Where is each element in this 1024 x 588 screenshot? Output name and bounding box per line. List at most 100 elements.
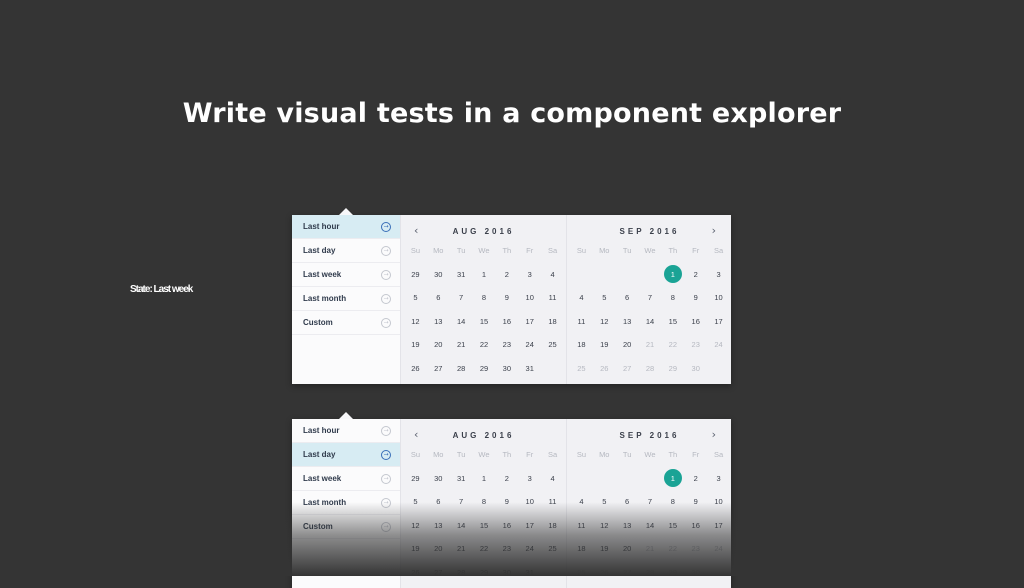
day-cell[interactable]: 9	[684, 286, 707, 310]
day-cell[interactable]: 18	[570, 333, 593, 357]
day-cell[interactable]: 22	[661, 333, 684, 357]
day-cell[interactable]: 16	[495, 310, 518, 334]
day-cell[interactable]: 7	[639, 286, 662, 310]
day-cell[interactable]: 12	[404, 310, 427, 334]
day-cell[interactable]: 26	[404, 357, 427, 381]
day-cell[interactable]: 5	[404, 286, 427, 310]
preset-item[interactable]: Last month →	[292, 287, 400, 311]
preset-item[interactable]: Last hour →	[292, 419, 400, 443]
day-cell[interactable]: 27	[616, 357, 639, 381]
day-cell[interactable]: 30	[427, 263, 450, 287]
day-cell[interactable]: 26	[593, 357, 616, 381]
day-cell[interactable]: 4	[541, 263, 564, 287]
day-cell[interactable]: 2	[495, 467, 518, 491]
weekday-header: Mo	[433, 450, 444, 460]
day-cell[interactable]: 30	[427, 467, 450, 491]
day-cell[interactable]: 11	[541, 286, 564, 310]
day-number: 31	[456, 269, 466, 279]
day-cell[interactable]: 4	[541, 467, 564, 491]
day-cell[interactable]: 25	[570, 357, 593, 381]
day-cell[interactable]: 28	[639, 357, 662, 381]
day-number: 22	[668, 340, 678, 350]
day-cell[interactable]: 6	[616, 286, 639, 310]
day-number: 4	[550, 473, 555, 483]
arrow-circle-right-icon: →	[381, 450, 391, 460]
day-cell[interactable]: 19	[404, 333, 427, 357]
day-cell[interactable]: 21	[450, 333, 473, 357]
preset-label: Last hour	[303, 222, 340, 231]
day-cell[interactable]: 23	[684, 333, 707, 357]
preset-item[interactable]: Last day →	[292, 443, 400, 467]
day-cell[interactable]: 5	[593, 286, 616, 310]
day-cell[interactable]: 16	[684, 310, 707, 334]
day-cell[interactable]: 30	[684, 357, 707, 381]
day-number: 19	[411, 340, 420, 350]
day-cell[interactable]: 31	[518, 357, 541, 381]
empty-day-cell	[570, 263, 593, 287]
day-cell[interactable]: 7	[450, 286, 473, 310]
day-cell[interactable]: 20	[427, 333, 450, 357]
day-number: 27	[434, 363, 443, 373]
day-number: 2	[693, 269, 698, 279]
day-cell[interactable]: 11	[570, 310, 593, 334]
day-cell[interactable]: 15	[661, 310, 684, 334]
day-cell[interactable]: 9	[495, 286, 518, 310]
day-cell[interactable]: 1	[473, 263, 496, 287]
day-cell[interactable]: 31	[450, 263, 473, 287]
day-cell[interactable]: 24	[518, 333, 541, 357]
preset-item[interactable]: Last day →	[292, 239, 400, 263]
preset-item[interactable]: Custom →	[292, 311, 400, 335]
day-cell[interactable]: 8	[473, 286, 496, 310]
day-cell[interactable]: 19	[593, 333, 616, 357]
day-cell[interactable]: 10	[518, 286, 541, 310]
day-cell[interactable]: 24	[707, 333, 730, 357]
weekday-header: Fr	[692, 246, 700, 256]
day-cell[interactable]: 20	[616, 333, 639, 357]
day-cell[interactable]: 15	[473, 310, 496, 334]
day-cell[interactable]: 2	[684, 467, 707, 491]
day-cell[interactable]: 21	[639, 333, 662, 357]
day-cell[interactable]: 25	[541, 333, 564, 357]
day-cell[interactable]: 10	[707, 286, 730, 310]
day-cell[interactable]: 14	[450, 310, 473, 334]
selected-day[interactable]: 1	[661, 467, 684, 491]
selected-day[interactable]: 1	[661, 263, 684, 287]
day-cell[interactable]: 23	[495, 333, 518, 357]
day-cell[interactable]: 29	[404, 263, 427, 287]
day-cell[interactable]: 12	[593, 310, 616, 334]
day-cell[interactable]: 28	[450, 357, 473, 381]
day-cell[interactable]: 18	[541, 310, 564, 334]
day-cell[interactable]: 27	[427, 357, 450, 381]
day-cell[interactable]: 17	[707, 310, 730, 334]
day-cell[interactable]: 30	[495, 357, 518, 381]
day-cell[interactable]: 3	[707, 263, 730, 287]
day-cell[interactable]: 3	[518, 263, 541, 287]
weekday-header: Fr	[692, 450, 700, 460]
day-cell[interactable]: 29	[661, 357, 684, 381]
day-cell[interactable]: 3	[518, 467, 541, 491]
weekday-header: Sa	[713, 246, 724, 256]
day-number: 3	[716, 473, 721, 483]
day-cell[interactable]: 2	[684, 263, 707, 287]
preset-item[interactable]: Last week →	[292, 263, 400, 287]
day-cell[interactable]: 8	[661, 286, 684, 310]
day-number: 21	[645, 340, 655, 350]
preset-item[interactable]: Last hour →	[292, 215, 400, 239]
day-cell[interactable]: 13	[427, 310, 450, 334]
day-cell[interactable]: 17	[518, 310, 541, 334]
day-cell[interactable]: 2	[495, 263, 518, 287]
day-cell[interactable]: 29	[473, 357, 496, 381]
day-cell[interactable]: 29	[404, 467, 427, 491]
day-cell[interactable]: 14	[639, 310, 662, 334]
day-cell[interactable]: 22	[473, 333, 496, 357]
day-cell[interactable]: 1	[473, 467, 496, 491]
day-cell[interactable]: 3	[707, 467, 730, 491]
empty-day-cell	[639, 467, 662, 491]
preset-item[interactable]: Last week →	[292, 467, 400, 491]
day-cell[interactable]: 31	[450, 467, 473, 491]
day-cell[interactable]: 6	[427, 286, 450, 310]
day-number: 6	[436, 293, 441, 303]
state-label: State: Last week	[130, 284, 193, 295]
day-cell[interactable]: 4	[570, 286, 593, 310]
day-cell[interactable]: 13	[616, 310, 639, 334]
